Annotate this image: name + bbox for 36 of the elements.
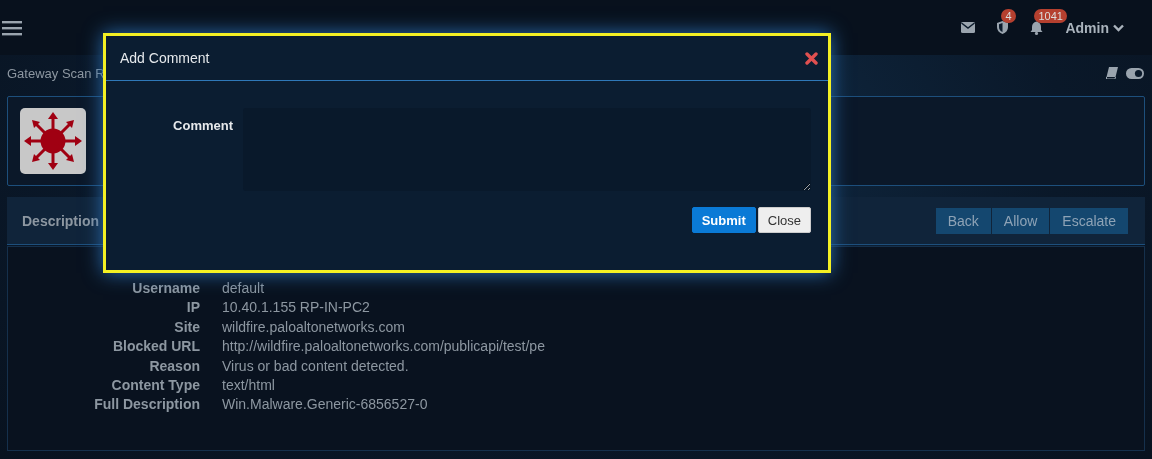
detail-value: wildfire.paloaltonetworks.com [222,318,406,336]
action-button[interactable]: Allow [991,207,1050,234]
virus-icon [20,108,86,174]
notification-badge: 1041 [1034,8,1067,23]
detail-label: Full Description [93,396,200,413]
detail-value: Win.Malware.Generic-6856527-0 [222,396,429,413]
mail-icon[interactable] [961,22,976,33]
detail-label: Site [173,318,200,336]
detail-value: default [222,280,266,297]
action-button[interactable]: Escalate [1050,207,1128,234]
shield-icon[interactable] [997,21,1009,34]
notification-badge: 4 [1001,9,1016,23]
user-name: Admin [1065,19,1109,36]
action-button[interactable]: Back [935,207,991,234]
field-label: Comment [172,117,233,133]
description-label: Description [22,212,99,229]
menu-icon[interactable] [2,19,22,36]
detail-label: IP [185,299,200,316]
user-menu[interactable]: Admin [1065,19,1124,36]
detail-value: http://wildfire.paloaltonetworks.com/publicapi/test/pe [222,338,546,355]
close-button[interactable]: Close [757,207,811,233]
detail-value: 10.40.1.155 RP-IN-PC2 [222,299,371,316]
detail-label: Content Type [110,377,200,394]
detail-label: Reason [148,357,200,375]
book-icon[interactable] [1106,67,1118,79]
comment-field[interactable] [243,108,811,191]
detail-value: text/html [222,377,276,394]
dialog-title: Add Comment [120,50,210,66]
submit-button[interactable]: Submit [691,207,756,233]
toggle-icon[interactable] [1126,67,1144,79]
close-icon[interactable] [805,51,818,65]
chevron-down-icon [1113,23,1124,32]
detail-value: Virus or bad content detected. [222,357,410,375]
detail-label: Username [131,280,200,297]
bell-icon[interactable] [1030,20,1044,35]
detail-label: Blocked URL [111,338,200,355]
